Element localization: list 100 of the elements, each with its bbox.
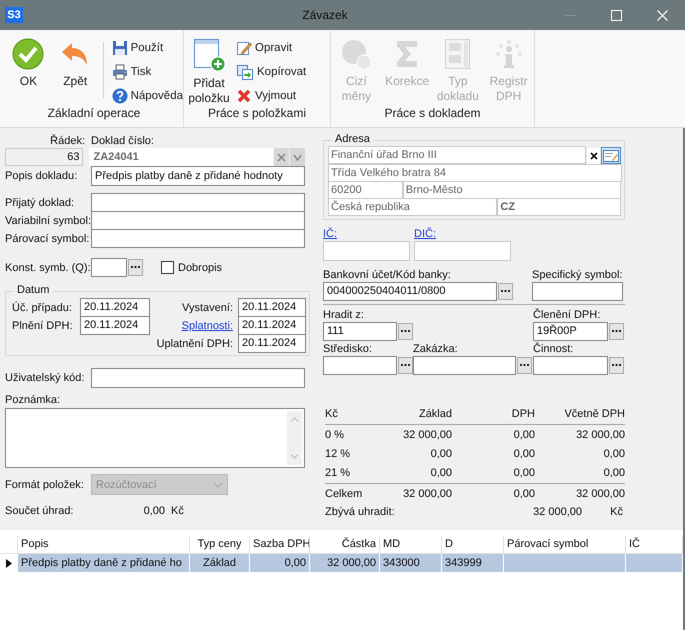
browse-button[interactable]: [609, 323, 624, 340]
ribbon-button[interactable]: Zpět: [54, 38, 97, 106]
field-link[interactable]: DIČ:: [414, 228, 436, 240]
browse-button[interactable]: [517, 357, 532, 374]
maximize-icon: [610, 10, 622, 20]
browse-button[interactable]: [498, 283, 513, 300]
ribbon-button[interactable]: Vyjmout: [236, 86, 306, 106]
field-label: Členění DPH:: [533, 309, 600, 321]
group-title: Datum: [14, 284, 52, 296]
table-cell-text: 21 %: [325, 466, 352, 481]
note-field[interactable]: [5, 408, 305, 468]
browse-button[interactable]: [128, 259, 143, 276]
input-field[interactable]: [532, 282, 623, 301]
close-icon: [590, 152, 598, 160]
ribbon-button[interactable]: OK: [7, 38, 50, 106]
checkbox[interactable]: [161, 261, 174, 274]
table-cell-text: 0 %: [325, 428, 345, 443]
field-label: Variabilní symbol:: [5, 214, 91, 226]
window-title: Závazek: [301, 8, 349, 22]
table-cell-text: 0,00: [512, 466, 535, 481]
group-label: Základní operace: [46, 106, 142, 120]
field-link[interactable]: Splatnosti:: [150, 320, 238, 332]
input-field[interactable]: 111: [323, 322, 397, 341]
ribbon-button[interactable]: Nápověda: [112, 86, 183, 106]
scrollbar[interactable]: [287, 411, 302, 465]
edit-button[interactable]: [601, 147, 621, 164]
field-label: Uplatnění DPH:: [156, 338, 234, 350]
group-label: Práce s dokladem: [383, 106, 482, 120]
address-field: Třída Velkého bratra 84: [328, 164, 622, 182]
field-label: Konst. symb. (Q):: [5, 262, 91, 274]
field-label: Dobropis: [178, 262, 222, 274]
ribbon-button[interactable]: Tisk: [112, 62, 183, 82]
row-indicator-icon: [6, 558, 12, 568]
table-cell: Předpis platby daně z přidané ho: [18, 554, 190, 572]
table-cell: 343000: [380, 554, 442, 572]
input-field[interactable]: [323, 356, 397, 375]
input-field[interactable]: [91, 229, 305, 248]
field-label: Poznámka:: [5, 394, 60, 406]
field-label: Součet úhrad:: [5, 505, 74, 517]
table-cell-text: 0,00: [430, 447, 452, 462]
field-link[interactable]: IČ:: [323, 228, 338, 240]
add-document-icon: [192, 38, 226, 72]
dropdown-button[interactable]: [290, 148, 305, 166]
table-cell: 32 000,00: [310, 554, 380, 572]
floppy-icon: [112, 40, 128, 56]
ribbon-button[interactable]: Přidat položku: [186, 38, 232, 106]
browse-button[interactable]: [609, 357, 624, 374]
field-label: Středisko:: [323, 343, 372, 355]
value-text: 0,00: [142, 505, 165, 517]
field-label: Uživatelský kód:: [5, 372, 86, 384]
input-field[interactable]: 004000250404011/0800: [323, 282, 497, 301]
field-label: Činnost:: [533, 343, 574, 355]
field-label: Vystavení:: [181, 302, 234, 314]
currency-text: Kč: [609, 506, 623, 518]
chevron-down-icon: [213, 482, 223, 488]
ribbon-button[interactable]: Opravit: [236, 38, 306, 58]
field-label: Specifický symbol:: [532, 269, 622, 281]
pencil-document-icon: [236, 40, 252, 56]
table-cell-text: 32 000,00: [402, 487, 452, 502]
column-header: DPH: [510, 407, 535, 422]
table-cell-text: 32 000,00: [402, 428, 452, 443]
chevron-down-icon: [290, 454, 299, 459]
table-cell-text: 0,00: [602, 466, 625, 481]
clear-button[interactable]: [587, 148, 600, 164]
table-cell-text: 0,00: [602, 447, 625, 462]
date-field[interactable]: 20.11.2024: [238, 316, 306, 335]
field-label: Popis dokladu:: [5, 170, 78, 182]
field-label: Doklad číslo:: [91, 135, 154, 147]
browse-button[interactable]: [398, 323, 413, 340]
input-field[interactable]: 19Ř00P: [533, 322, 608, 341]
input-field[interactable]: [413, 356, 516, 375]
input-field[interactable]: [414, 241, 511, 261]
copy-icon: [236, 64, 254, 80]
input-field[interactable]: [91, 258, 127, 277]
description-field[interactable]: Předpis platby daně z přidané hodnoty: [91, 166, 305, 186]
printer-icon: [112, 64, 128, 80]
input-field[interactable]: [91, 368, 305, 388]
ellipsis-icon: [520, 364, 529, 367]
date-field[interactable]: 20.11.2024: [238, 298, 306, 317]
field-label: Párovací symbol:: [5, 232, 90, 244]
input-field[interactable]: [91, 211, 305, 230]
ellipsis-icon: [131, 266, 140, 269]
row-number-field: 63: [5, 148, 84, 166]
table-cell: 0,00: [250, 554, 310, 572]
ribbon-button[interactable]: Kopírovat: [236, 62, 306, 82]
field-label: Zakázka:: [413, 343, 458, 355]
input-field[interactable]: [533, 356, 608, 375]
date-field[interactable]: 20.11.2024: [238, 334, 306, 353]
date-field[interactable]: 20.11.2024: [80, 316, 150, 335]
input-field[interactable]: [91, 193, 305, 212]
table-cell-text: 0,00: [512, 447, 535, 462]
input-field[interactable]: [323, 241, 410, 261]
table-row[interactable]: Předpis platby daně z přidané ho Základ 0,00 32 000,00 343000 343999: [0, 554, 683, 572]
edit-form-icon: [603, 150, 619, 162]
field-label: Přijatý doklad:: [5, 196, 76, 208]
browse-button[interactable]: [398, 357, 413, 374]
date-field[interactable]: 20.11.2024: [80, 298, 150, 317]
ellipsis-icon: [612, 330, 621, 333]
cross-icon: [236, 88, 252, 104]
ribbon-button[interactable]: Použít: [112, 38, 183, 58]
